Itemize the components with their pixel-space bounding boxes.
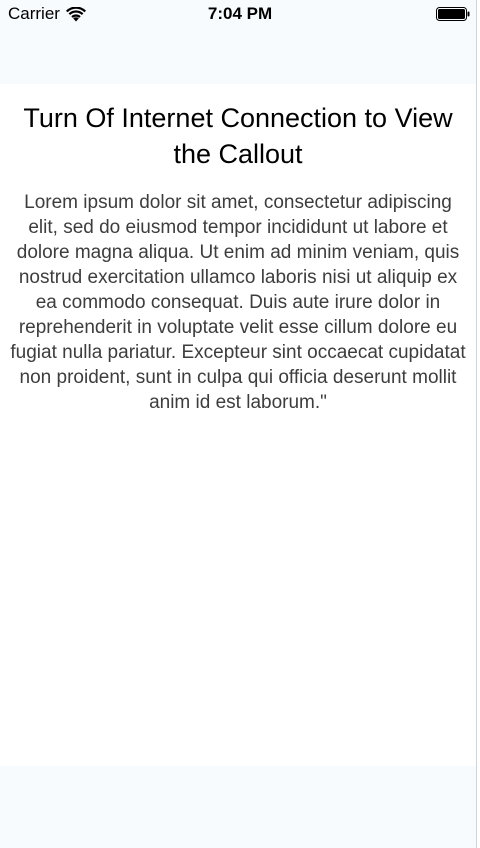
page-title: Turn Of Internet Connection to View the … xyxy=(23,103,453,169)
status-time: 7:04 PM xyxy=(207,4,273,23)
battery-icon xyxy=(436,7,470,21)
body-text: Lorem ipsum dolor sit amet, consectetur … xyxy=(10,192,466,413)
navigation-bar xyxy=(0,28,476,84)
bottom-area xyxy=(0,766,476,848)
callout-content: Turn Of Internet Connection to View the … xyxy=(0,84,476,766)
right-edge-divider xyxy=(476,0,480,848)
status-bar: Carrier 7:04 PM xyxy=(0,0,480,28)
